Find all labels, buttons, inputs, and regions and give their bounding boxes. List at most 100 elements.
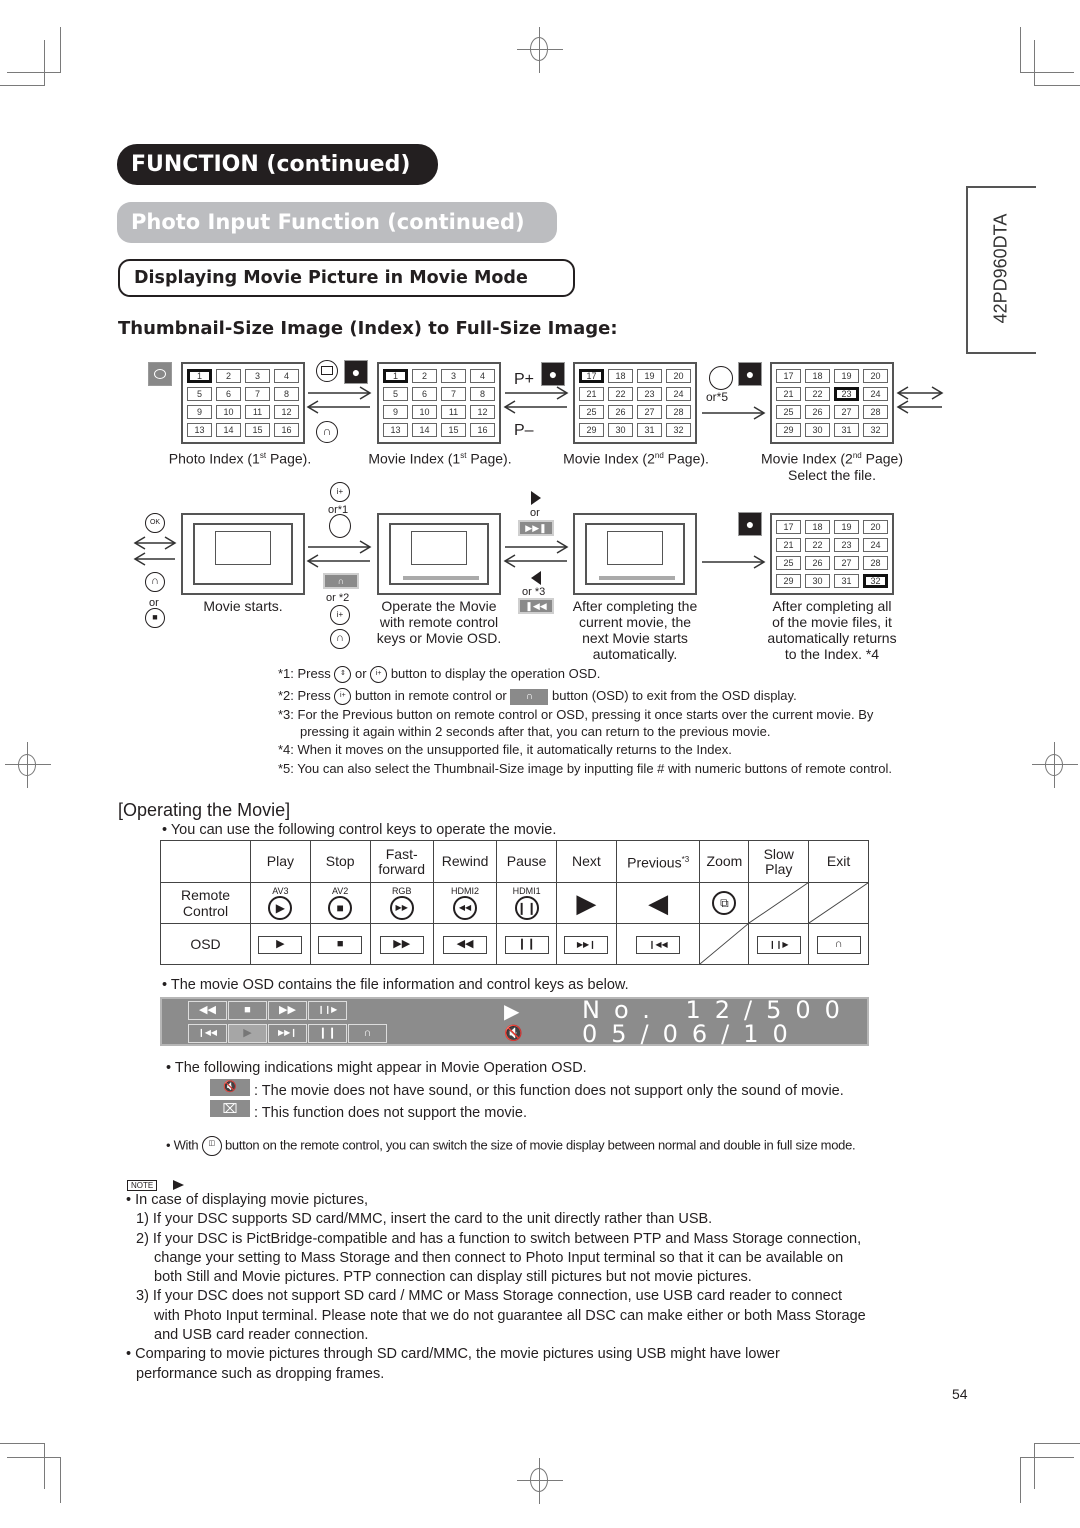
next-arrow-icon	[531, 491, 541, 505]
footnote-2: *2: Press i+ button in remote control or…	[278, 687, 797, 706]
diagram-heading: Thumbnail-Size Image (Index) to Full-Siz…	[118, 318, 618, 339]
osd-key-icon: ▶	[258, 936, 303, 954]
thumbnail-cell: 25	[776, 556, 801, 570]
thumbnail-cell: 21	[579, 387, 604, 401]
remote-key-icon: ⧉	[712, 891, 737, 915]
thumbnail-cell: 24	[863, 387, 888, 401]
subsection-title: Photo Input Function (continued)	[117, 202, 557, 243]
note-line: • In case of displaying movie pictures,	[126, 1192, 369, 1208]
topic-title: Displaying Movie Picture in Movie Mode	[118, 259, 575, 297]
control-keys-table: Play Stop Fast- forward Rewind Pause Next Prev…	[160, 840, 869, 965]
remote-key-icon: ▶	[268, 896, 293, 920]
zoom-note: • With ◫ button on the remote control, y…	[166, 1136, 856, 1156]
thumbnail-cell: 4	[274, 369, 299, 383]
remote-key-icon: ■	[328, 896, 353, 920]
thumbnail-cell: 25	[579, 405, 604, 419]
mute-indicator-icon: 🔇	[210, 1079, 250, 1096]
photo-mode-icon	[148, 362, 172, 386]
remote-key-cell: RGB ▶▶	[369, 882, 434, 924]
note-line: 3) If your DSC does not support SD card …	[136, 1288, 842, 1305]
thumbnail-cell: 7	[441, 387, 466, 401]
thumbnail-cell: 28	[863, 556, 888, 570]
movie-mode-icon: ●	[344, 360, 368, 384]
arrow-right	[306, 386, 372, 414]
thumbnail-cell: 16	[470, 423, 495, 437]
movie-osd-panel: ◀◀ ■ ▶▶ ❙❙▶ ❙◀◀ ▶ ▶▶❙ ❙❙ ∩ ▶ 🔇 No. 12∕500 05∕06∕…	[160, 996, 869, 1048]
or-2-label: or *2	[326, 592, 350, 604]
osd-key-cell: ∩	[808, 923, 869, 965]
thumbnail-cell: 27	[834, 405, 859, 419]
thumbnail-cell: 22	[805, 538, 830, 552]
note-line: 2) If your DSC is PictBridge-compatible …	[136, 1230, 862, 1247]
thumbnail-cell: 27	[834, 556, 859, 570]
remote-key-cell: AV3 ▶	[250, 882, 311, 924]
not-applicable-slash	[749, 883, 809, 923]
camera-button-icon	[316, 360, 338, 382]
thumbnail-cell: 26	[805, 405, 830, 419]
cursor-button-icon: ⇕	[334, 666, 352, 684]
next-movie-screen	[573, 513, 697, 595]
photo-index-grid: 1 2 3 4 5 6 7 8 9 10 11 12 13 14 15 16	[181, 362, 305, 444]
arrow-pair	[306, 540, 372, 568]
column-label: Pause	[506, 853, 547, 869]
column-header: Pause	[496, 840, 557, 883]
movie-index-page2-caption: Movie Index (2nd Page).	[563, 450, 709, 467]
note-line: change your setting to Mass Storage and …	[154, 1249, 844, 1266]
remote-key-icon: ◀	[648, 887, 669, 918]
column-label: Zoom	[706, 853, 743, 869]
column-label: Fast- forward	[378, 845, 426, 877]
thumbnail-cell: 14	[412, 423, 437, 437]
file-date: 05∕06∕10	[582, 1020, 802, 1048]
thumbnail-cell: 18	[608, 369, 633, 383]
thumbnail-cell: 4	[470, 369, 495, 383]
arrow-pair	[896, 386, 944, 414]
or-5-label: or*5	[706, 390, 729, 404]
note-line: and USB card reader connection.	[154, 1327, 369, 1344]
footnote-3: *3: For the Previous button on remote co…	[278, 707, 874, 739]
osd-next-button: ▶▶❚	[518, 520, 554, 536]
thumbnail-cell: 22	[805, 387, 830, 401]
thumbnail-cell: 23	[637, 387, 662, 401]
thumbnail-cell: 28	[666, 405, 691, 419]
osd-key-icon: ◀◀	[443, 936, 488, 954]
thumbnail-cell: 31	[834, 574, 859, 588]
column-header: Exit	[808, 840, 869, 883]
thumbnail-cell: 2	[412, 369, 437, 383]
info-button-icon: i+	[330, 605, 350, 625]
row-label-osd: OSD	[160, 923, 251, 965]
thumbnail-cell: 17	[776, 369, 801, 383]
remote-key-cell: ▶	[556, 882, 617, 924]
osd-intro: • The movie OSD contains the file inform…	[162, 977, 629, 993]
thumbnail-cell: 10	[412, 405, 437, 419]
thumbnail-cell: 6	[216, 387, 241, 401]
stop-button-icon: ■	[145, 608, 165, 628]
osd-return-button: ∩	[323, 573, 359, 589]
play-status-icon: ▶	[504, 1001, 520, 1023]
zoom-button-icon: ◫	[201, 1136, 222, 1156]
thumbnail-cell: 25	[776, 405, 801, 419]
thumbnail-cell: 29	[776, 423, 801, 437]
movie-index-page1-grid: 1 2 3 4 5 6 7 8 9 10 11 12 13 14 15 16	[377, 362, 501, 444]
remote-key-icon: ❙❙	[514, 896, 539, 920]
cursor-pad-icon	[709, 366, 733, 390]
after-current-caption: After completing the current movie, the ne…	[572, 598, 698, 662]
not-applicable-slash	[809, 883, 868, 923]
thumbnail-cell: 7	[245, 387, 270, 401]
osd-return-icon: ∩	[510, 688, 549, 705]
remote-key-icon: ◀◀	[453, 896, 478, 920]
remote-key-cell: HDMI2 ◀◀	[432, 882, 498, 924]
note-arrow-icon	[173, 1180, 184, 1190]
osd-previous-button: ❚◀◀	[518, 598, 554, 614]
column-label: Stop	[325, 853, 355, 869]
note-line: 1) If your DSC supports SD card/MMC, ins…	[136, 1211, 713, 1228]
thumbnail-cell: 10	[216, 405, 241, 419]
movie-screen	[181, 513, 305, 595]
thumbnail-cell: 21	[776, 387, 801, 401]
osd-control-key: ❙❙▶	[308, 1001, 347, 1020]
page-down-label: P–	[514, 422, 534, 439]
column-label: Rewind	[441, 853, 489, 869]
osd-key-icon: ▶▶	[379, 936, 424, 954]
note-line: with Photo Input terminal. Please note t…	[154, 1307, 866, 1324]
thumbnail-cell: 1	[187, 369, 212, 383]
remote-key-icon: ▶	[576, 887, 597, 918]
